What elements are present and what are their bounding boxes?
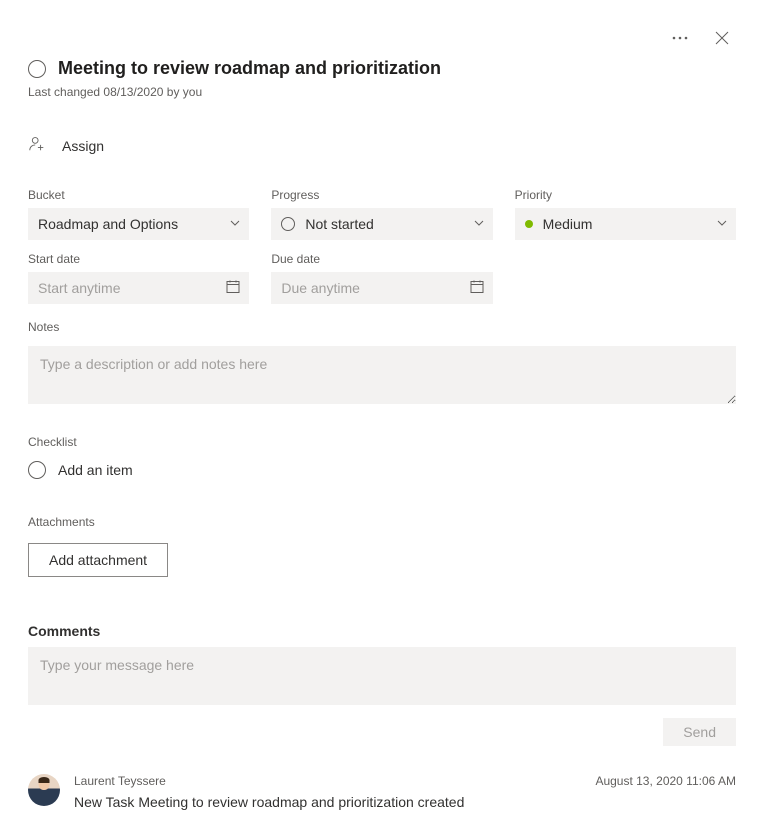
assign-label: Assign [62,138,104,154]
progress-dropdown[interactable]: Not started [271,208,492,240]
chevron-down-icon [229,216,241,232]
progress-label: Progress [271,188,492,202]
last-changed-text: Last changed 08/13/2020 by you [28,85,736,99]
assign-person-icon [28,135,46,156]
comment-entry: Laurent Teyssere August 13, 2020 11:06 A… [28,774,736,810]
progress-value: Not started [305,216,373,232]
send-button[interactable]: Send [663,718,736,746]
start-date-label: Start date [28,252,249,266]
assign-button[interactable]: Assign [28,135,736,156]
comment-textarea[interactable] [28,647,736,705]
add-checklist-item[interactable]: Add an item [28,461,736,479]
checklist-label: Checklist [28,435,736,449]
add-item-label: Add an item [58,462,133,478]
bucket-label: Bucket [28,188,249,202]
priority-value: Medium [543,216,593,232]
comment-timestamp: August 13, 2020 11:06 AM [595,774,736,788]
attachments-label: Attachments [28,515,736,529]
start-date-input[interactable] [28,272,249,304]
notes-textarea[interactable] [28,346,736,404]
chevron-down-icon [716,216,728,232]
due-date-label: Due date [271,252,492,266]
priority-indicator-icon [525,220,533,228]
due-date-input[interactable] [271,272,492,304]
bucket-value: Roadmap and Options [38,216,178,232]
priority-label: Priority [515,188,736,202]
chevron-down-icon [473,216,485,232]
close-icon[interactable] [708,24,736,52]
comment-author: Laurent Teyssere [74,774,166,788]
calendar-icon[interactable] [225,279,241,298]
more-options-icon[interactable] [666,24,694,52]
task-title[interactable]: Meeting to review roadmap and prioritiza… [58,58,441,79]
complete-task-toggle[interactable] [28,60,46,78]
checklist-circle-icon [28,461,46,479]
progress-status-icon [281,217,295,231]
priority-dropdown[interactable]: Medium [515,208,736,240]
bucket-dropdown[interactable]: Roadmap and Options [28,208,249,240]
comment-text: New Task Meeting to review roadmap and p… [74,794,736,810]
calendar-icon[interactable] [469,279,485,298]
notes-label: Notes [28,320,736,334]
avatar [28,774,60,806]
add-attachment-button[interactable]: Add attachment [28,543,168,577]
comments-heading: Comments [28,623,736,639]
